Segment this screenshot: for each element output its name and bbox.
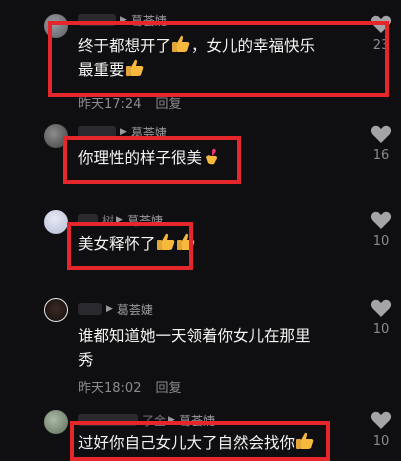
like-button[interactable]: 10: [368, 298, 394, 337]
reply-button[interactable]: 回复: [155, 97, 181, 112]
comment-meta: 昨天18:02 回复: [78, 377, 181, 396]
highlight-box: [48, 21, 389, 97]
heart-icon: [370, 211, 392, 229]
like-count: 10: [372, 434, 390, 449]
avatar[interactable]: [44, 210, 68, 234]
reply-button[interactable]: 回复: [155, 381, 181, 396]
highlight-box: [63, 136, 241, 184]
comment-header: ▶ 葛荟婕: [78, 301, 153, 317]
highlight-box: [70, 421, 330, 461]
timestamp: 昨天17:24: [78, 97, 142, 112]
comment-line: 谁都知道她一天领着你女儿在那里: [78, 327, 311, 345]
like-button[interactable]: 16: [368, 124, 394, 163]
heart-icon: [370, 299, 392, 317]
like-button[interactable]: 10: [368, 210, 394, 249]
blurred-username[interactable]: [78, 303, 102, 315]
highlight-box: [67, 222, 193, 270]
like-button[interactable]: 10: [368, 410, 394, 449]
reply-to-name[interactable]: 葛荟婕: [117, 301, 153, 318]
like-count: 10: [372, 234, 390, 249]
heart-icon: [370, 125, 392, 143]
reply-arrow-icon: ▶: [106, 304, 113, 314]
avatar[interactable]: [44, 410, 68, 434]
timestamp: 昨天18:02: [78, 381, 142, 396]
comment-text: 谁都知道她一天领着你女儿在那里 秀: [78, 324, 311, 372]
heart-icon: [370, 411, 392, 429]
avatar[interactable]: [44, 298, 68, 322]
like-count: 16: [372, 148, 390, 163]
like-count: 10: [372, 322, 390, 337]
comment-line: 秀: [78, 351, 94, 369]
